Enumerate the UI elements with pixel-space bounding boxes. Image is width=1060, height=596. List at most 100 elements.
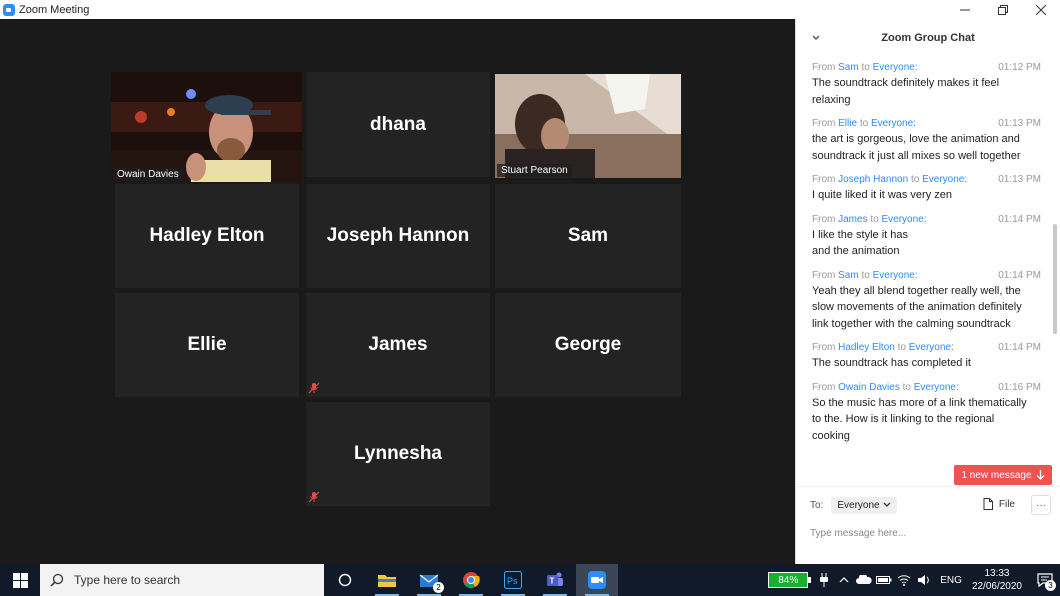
task-view-button[interactable] (324, 564, 366, 596)
message-sender: James (838, 213, 868, 225)
message-meta: From Owain Davies to Everyone: 01:16 PM (812, 381, 1047, 395)
participant-tile-george[interactable]: George (495, 293, 681, 397)
restore-button[interactable] (984, 0, 1022, 19)
recipient-select-value: Everyone (837, 499, 880, 511)
new-message-button[interactable]: 1 new message (954, 465, 1052, 485)
message-meta: From Sam to Everyone: 01:14 PM (812, 269, 1047, 283)
chat-message-list[interactable]: From Sam to Everyone: 01:12 PM The sound… (796, 61, 1060, 486)
message-time: 01:14 PM (998, 269, 1041, 281)
participant-tile-sam[interactable]: Sam (495, 184, 681, 288)
folder-icon (378, 575, 396, 587)
window-titlebar: Zoom Meeting (0, 0, 1060, 19)
message-recipient: Everyone: (913, 381, 959, 393)
from-word: From (812, 342, 836, 353)
taskbar-teams[interactable]: T (534, 564, 576, 596)
action-center-button[interactable]: 3 (1030, 564, 1060, 596)
message-text: I quite liked it it was very zen (812, 189, 953, 201)
message-recipient: Everyone: (870, 118, 916, 129)
message-recipient: Everyone: (881, 213, 927, 225)
zoom-icon (588, 571, 606, 589)
message-meta: From Ellie to Everyone: 01:13 PM (812, 117, 1047, 131)
window-title: Zoom Meeting (19, 3, 90, 16)
participant-tile-stuart-pearson[interactable]: Stuart Pearson (495, 74, 681, 178)
to-word: to (859, 118, 869, 129)
participant-tile-lynnesha[interactable]: Lynnesha (306, 402, 490, 506)
taskbar-file-explorer[interactable] (366, 564, 408, 596)
message-recipient: Everyone: (922, 174, 968, 185)
participant-name-label: Stuart Pearson (497, 164, 572, 177)
chevron-up-icon (839, 577, 849, 583)
to-word: to (861, 62, 870, 73)
participant-name: James (368, 334, 428, 355)
from-word: From (812, 118, 836, 129)
taskbar-photoshop[interactable]: Ps (492, 564, 534, 596)
system-tray: 84% ENG 13:33 22/06/2020 3 (768, 564, 1060, 596)
battery-icon (876, 576, 892, 584)
participant-tile-james[interactable]: James (306, 293, 490, 397)
battery-indicator[interactable]: 84% (768, 572, 812, 588)
participant-name: Sam (567, 225, 609, 246)
recipient-row: To: Everyone File ··· (796, 487, 1060, 523)
search-icon (50, 573, 64, 587)
show-hidden-icons-button[interactable] (834, 564, 854, 596)
message-meta: From Sam to Everyone: 01:12 PM (812, 61, 1047, 75)
file-icon (983, 498, 993, 510)
chat-title: Zoom Group Chat (881, 32, 975, 44)
taskbar-zoom[interactable] (576, 564, 618, 596)
from-word: From (812, 174, 836, 185)
recipient-select[interactable]: Everyone (831, 496, 897, 514)
chat-message: From Sam to Everyone: 01:12 PM The sound… (796, 61, 1060, 108)
message-sender: Joseph Hannon (838, 174, 909, 185)
taskbar-mail[interactable]: 2 (408, 564, 450, 596)
language-indicator[interactable]: ENG (940, 575, 962, 586)
search-placeholder: Type here to search (74, 573, 181, 587)
participant-name-label: Owain Davies (113, 168, 183, 181)
participant-tile-ellie[interactable]: Ellie (115, 293, 299, 397)
chat-message: From Hadley Elton to Everyone: 01:14 PM … (796, 341, 1060, 372)
start-button[interactable] (0, 564, 40, 596)
from-word: From (812, 213, 836, 225)
taskbar-search[interactable]: Type here to search (40, 564, 324, 596)
participant-tile-dhana[interactable]: dhana (306, 72, 490, 177)
task-view-icon (338, 573, 352, 587)
participant-name: Joseph Hannon (326, 225, 470, 246)
participant-name: Lynnesha (354, 443, 442, 464)
clock[interactable]: 13:33 22/06/2020 (972, 567, 1022, 593)
chat-message: From Sam to Everyone: 01:14 PM Yeah they… (796, 269, 1060, 333)
onedrive-button[interactable] (854, 564, 874, 596)
speaker-icon (918, 575, 930, 585)
message-sender: Hadley Elton (838, 342, 895, 353)
participant-tile-hadley-elton[interactable]: Hadley Elton (115, 184, 299, 288)
to-label: To: (810, 499, 824, 511)
participant-tile-owain-davies[interactable]: Owain Davies (111, 72, 302, 182)
clock-date: 22/06/2020 (971, 581, 1022, 592)
chevron-down-icon[interactable] (810, 32, 822, 44)
chat-header: Zoom Group Chat (796, 19, 1060, 57)
more-options-button[interactable]: ··· (1031, 495, 1051, 515)
svg-text:T: T (550, 577, 555, 586)
message-meta: From Joseph Hannon to Everyone: 01:13 PM (812, 173, 1047, 187)
photoshop-icon: Ps (504, 571, 522, 589)
message-sender: Sam (838, 62, 859, 73)
file-button[interactable]: File (983, 498, 1015, 510)
participant-tile-joseph-hannon[interactable]: Joseph Hannon (306, 184, 490, 288)
wifi-icon (897, 575, 911, 586)
message-time: 01:16 PM (998, 381, 1041, 393)
message-input[interactable] (796, 528, 1046, 539)
chat-scrollbar[interactable] (1053, 224, 1057, 334)
message-sender: Sam (838, 269, 859, 281)
minimize-button[interactable] (946, 0, 984, 19)
chat-message: From Ellie to Everyone: 01:13 PM the art… (796, 117, 1060, 164)
muted-mic-icon (308, 491, 320, 503)
message-text: The soundtrack has completed it (812, 357, 971, 369)
taskbar-chrome[interactable] (450, 564, 492, 596)
wifi-button[interactable] (894, 564, 914, 596)
teams-icon: T (547, 572, 563, 586)
volume-button[interactable] (914, 564, 934, 596)
arrow-down-icon (1036, 470, 1044, 480)
battery-tray-button[interactable] (874, 564, 894, 596)
participant-name: Hadley Elton (149, 225, 265, 246)
plug-icon (820, 573, 829, 587)
close-button[interactable] (1022, 0, 1060, 19)
power-plug-button[interactable] (814, 564, 834, 596)
